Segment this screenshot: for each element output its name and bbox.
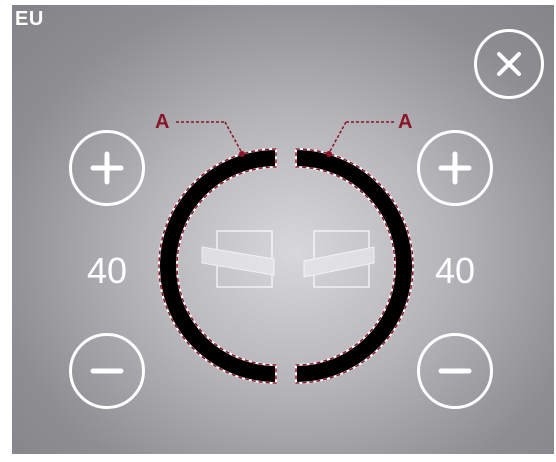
- left-callout: A: [155, 111, 245, 157]
- right-callout: A: [326, 111, 412, 157]
- adjustment-diagram: A A: [155, 111, 414, 385]
- right-callout-label: A: [398, 111, 412, 133]
- left-callout-label: A: [155, 111, 169, 133]
- settings-panel: EU 40 40 A A: [12, 5, 554, 454]
- left-mirror-icon: [201, 230, 275, 288]
- right-mirror-icon: [303, 230, 375, 288]
